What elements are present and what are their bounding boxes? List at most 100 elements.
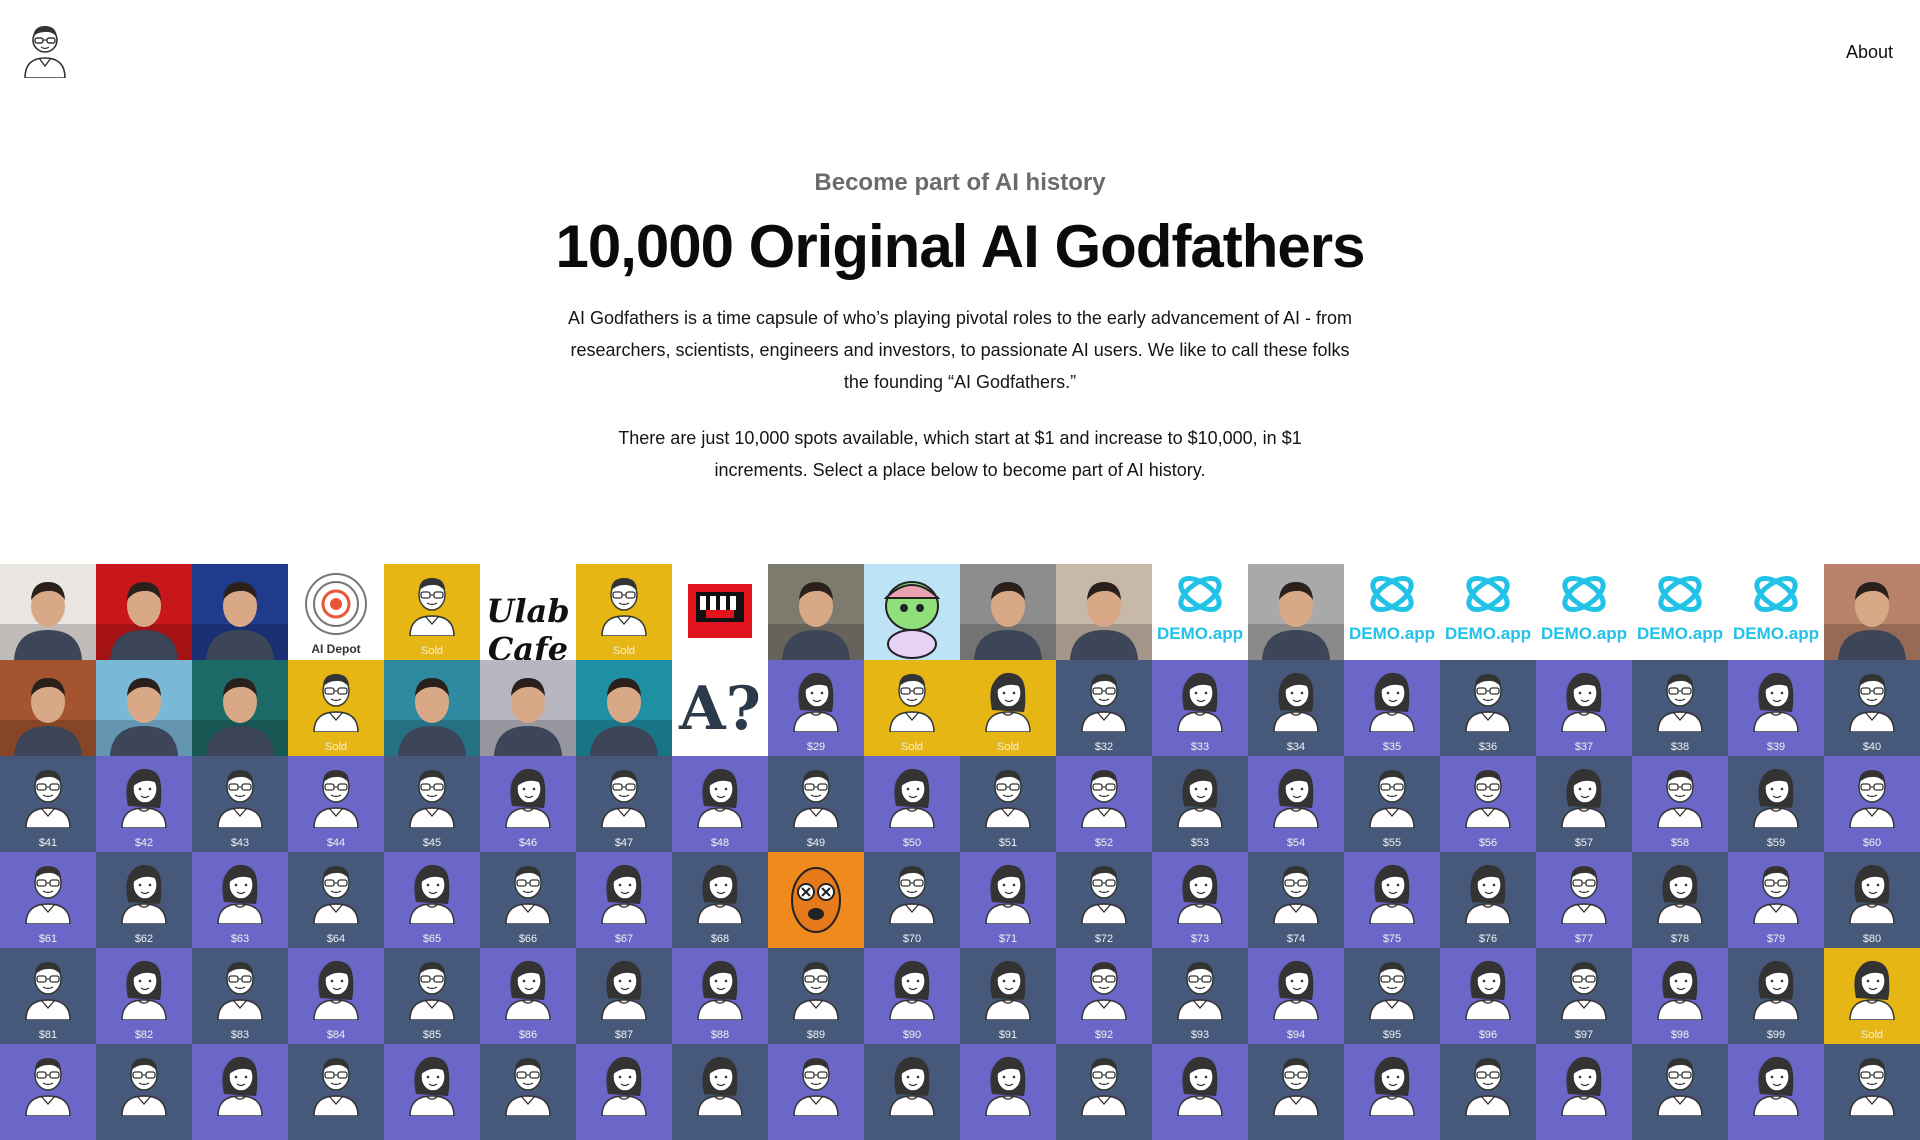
sold-spot-tile[interactable]: Sold (864, 660, 960, 756)
available-spot-tile[interactable]: $73 (1152, 852, 1248, 948)
godfather-photo-tile[interactable] (1056, 564, 1152, 660)
sold-spot-tile[interactable]: Sold (576, 564, 672, 660)
available-spot-tile[interactable]: $47 (576, 756, 672, 852)
godfather-logo-tile[interactable]: DEMO.app (1440, 564, 1536, 660)
available-spot-tile[interactable] (1344, 1044, 1440, 1140)
available-spot-tile[interactable] (1728, 1044, 1824, 1140)
available-spot-tile[interactable]: $44 (288, 756, 384, 852)
available-spot-tile[interactable]: $97 (1536, 948, 1632, 1044)
available-spot-tile[interactable]: $60 (1824, 756, 1920, 852)
godfather-logo-tile[interactable]: Ulab Cafe (480, 564, 576, 660)
available-spot-tile[interactable] (1152, 1044, 1248, 1140)
available-spot-tile[interactable]: $71 (960, 852, 1056, 948)
available-spot-tile[interactable]: $41 (0, 756, 96, 852)
available-spot-tile[interactable]: $62 (96, 852, 192, 948)
godfather-logo-tile[interactable]: AI Depot (288, 564, 384, 660)
available-spot-tile[interactable]: $35 (1344, 660, 1440, 756)
available-spot-tile[interactable] (1536, 1044, 1632, 1140)
available-spot-tile[interactable]: $91 (960, 948, 1056, 1044)
godfather-photo-tile[interactable] (1248, 564, 1344, 660)
available-spot-tile[interactable]: $49 (768, 756, 864, 852)
available-spot-tile[interactable] (480, 1044, 576, 1140)
available-spot-tile[interactable]: $34 (1248, 660, 1344, 756)
available-spot-tile[interactable]: $54 (1248, 756, 1344, 852)
available-spot-tile[interactable]: $46 (480, 756, 576, 852)
sold-spot-tile[interactable]: Sold (1824, 948, 1920, 1044)
available-spot-tile[interactable]: $75 (1344, 852, 1440, 948)
available-spot-tile[interactable]: $64 (288, 852, 384, 948)
available-spot-tile[interactable]: $94 (1248, 948, 1344, 1044)
godfather-logo-tile[interactable]: A? (672, 660, 768, 756)
available-spot-tile[interactable]: $48 (672, 756, 768, 852)
available-spot-tile[interactable]: $70 (864, 852, 960, 948)
available-spot-tile[interactable]: $86 (480, 948, 576, 1044)
available-spot-tile[interactable]: $58 (1632, 756, 1728, 852)
available-spot-tile[interactable] (288, 1044, 384, 1140)
available-spot-tile[interactable]: $45 (384, 756, 480, 852)
available-spot-tile[interactable]: $82 (96, 948, 192, 1044)
available-spot-tile[interactable]: $74 (1248, 852, 1344, 948)
sold-spot-tile[interactable]: Sold (288, 660, 384, 756)
available-spot-tile[interactable]: $78 (1632, 852, 1728, 948)
available-spot-tile[interactable]: $51 (960, 756, 1056, 852)
godfather-logo-tile[interactable] (672, 564, 768, 660)
godfather-logo-tile[interactable]: DEMO.app (1152, 564, 1248, 660)
available-spot-tile[interactable]: $55 (1344, 756, 1440, 852)
available-spot-tile[interactable]: $88 (672, 948, 768, 1044)
available-spot-tile[interactable]: $36 (1440, 660, 1536, 756)
available-spot-tile[interactable]: $72 (1056, 852, 1152, 948)
available-spot-tile[interactable]: $67 (576, 852, 672, 948)
godfather-logo-tile[interactable]: DEMO.app (1632, 564, 1728, 660)
available-spot-tile[interactable]: $32 (1056, 660, 1152, 756)
sold-spot-tile[interactable]: Sold (960, 660, 1056, 756)
available-spot-tile[interactable] (1248, 1044, 1344, 1140)
available-spot-tile[interactable]: $50 (864, 756, 960, 852)
available-spot-tile[interactable]: $52 (1056, 756, 1152, 852)
godfather-photo-tile[interactable] (0, 660, 96, 756)
available-spot-tile[interactable]: $85 (384, 948, 480, 1044)
available-spot-tile[interactable]: $42 (96, 756, 192, 852)
available-spot-tile[interactable]: $81 (0, 948, 96, 1044)
available-spot-tile[interactable] (576, 1044, 672, 1140)
available-spot-tile[interactable] (0, 1044, 96, 1140)
godfather-photo-tile[interactable] (480, 660, 576, 756)
available-spot-tile[interactable]: $76 (1440, 852, 1536, 948)
available-spot-tile[interactable]: $77 (1536, 852, 1632, 948)
available-spot-tile[interactable]: $57 (1536, 756, 1632, 852)
available-spot-tile[interactable]: $99 (1728, 948, 1824, 1044)
godfather-logo-tile[interactable]: DEMO.app (1728, 564, 1824, 660)
godfather-photo-tile[interactable] (0, 564, 96, 660)
available-spot-tile[interactable]: $93 (1152, 948, 1248, 1044)
available-spot-tile[interactable] (96, 1044, 192, 1140)
available-spot-tile[interactable]: $66 (480, 852, 576, 948)
sold-spot-tile[interactable]: Sold (384, 564, 480, 660)
godfather-photo-tile[interactable] (96, 564, 192, 660)
godfather-photo-tile[interactable] (192, 660, 288, 756)
available-spot-tile[interactable]: $59 (1728, 756, 1824, 852)
godfather-art-tile[interactable] (864, 564, 960, 660)
available-spot-tile[interactable] (1056, 1044, 1152, 1140)
available-spot-tile[interactable]: $68 (672, 852, 768, 948)
available-spot-tile[interactable]: $63 (192, 852, 288, 948)
available-spot-tile[interactable] (1632, 1044, 1728, 1140)
available-spot-tile[interactable]: $29 (768, 660, 864, 756)
godfather-art-tile[interactable] (768, 852, 864, 948)
available-spot-tile[interactable]: $79 (1728, 852, 1824, 948)
godfather-logo-tile[interactable]: DEMO.app (1344, 564, 1440, 660)
godfather-avatar-icon[interactable] (22, 22, 68, 78)
available-spot-tile[interactable] (384, 1044, 480, 1140)
available-spot-tile[interactable]: $65 (384, 852, 480, 948)
about-link[interactable]: About (1846, 42, 1893, 63)
available-spot-tile[interactable]: $39 (1728, 660, 1824, 756)
available-spot-tile[interactable]: $90 (864, 948, 960, 1044)
available-spot-tile[interactable]: $40 (1824, 660, 1920, 756)
godfather-photo-tile[interactable] (768, 564, 864, 660)
available-spot-tile[interactable]: $38 (1632, 660, 1728, 756)
available-spot-tile[interactable]: $95 (1344, 948, 1440, 1044)
available-spot-tile[interactable] (1440, 1044, 1536, 1140)
available-spot-tile[interactable] (864, 1044, 960, 1140)
godfather-photo-tile[interactable] (1824, 564, 1920, 660)
godfather-photo-tile[interactable] (960, 564, 1056, 660)
available-spot-tile[interactable]: $56 (1440, 756, 1536, 852)
available-spot-tile[interactable]: $96 (1440, 948, 1536, 1044)
